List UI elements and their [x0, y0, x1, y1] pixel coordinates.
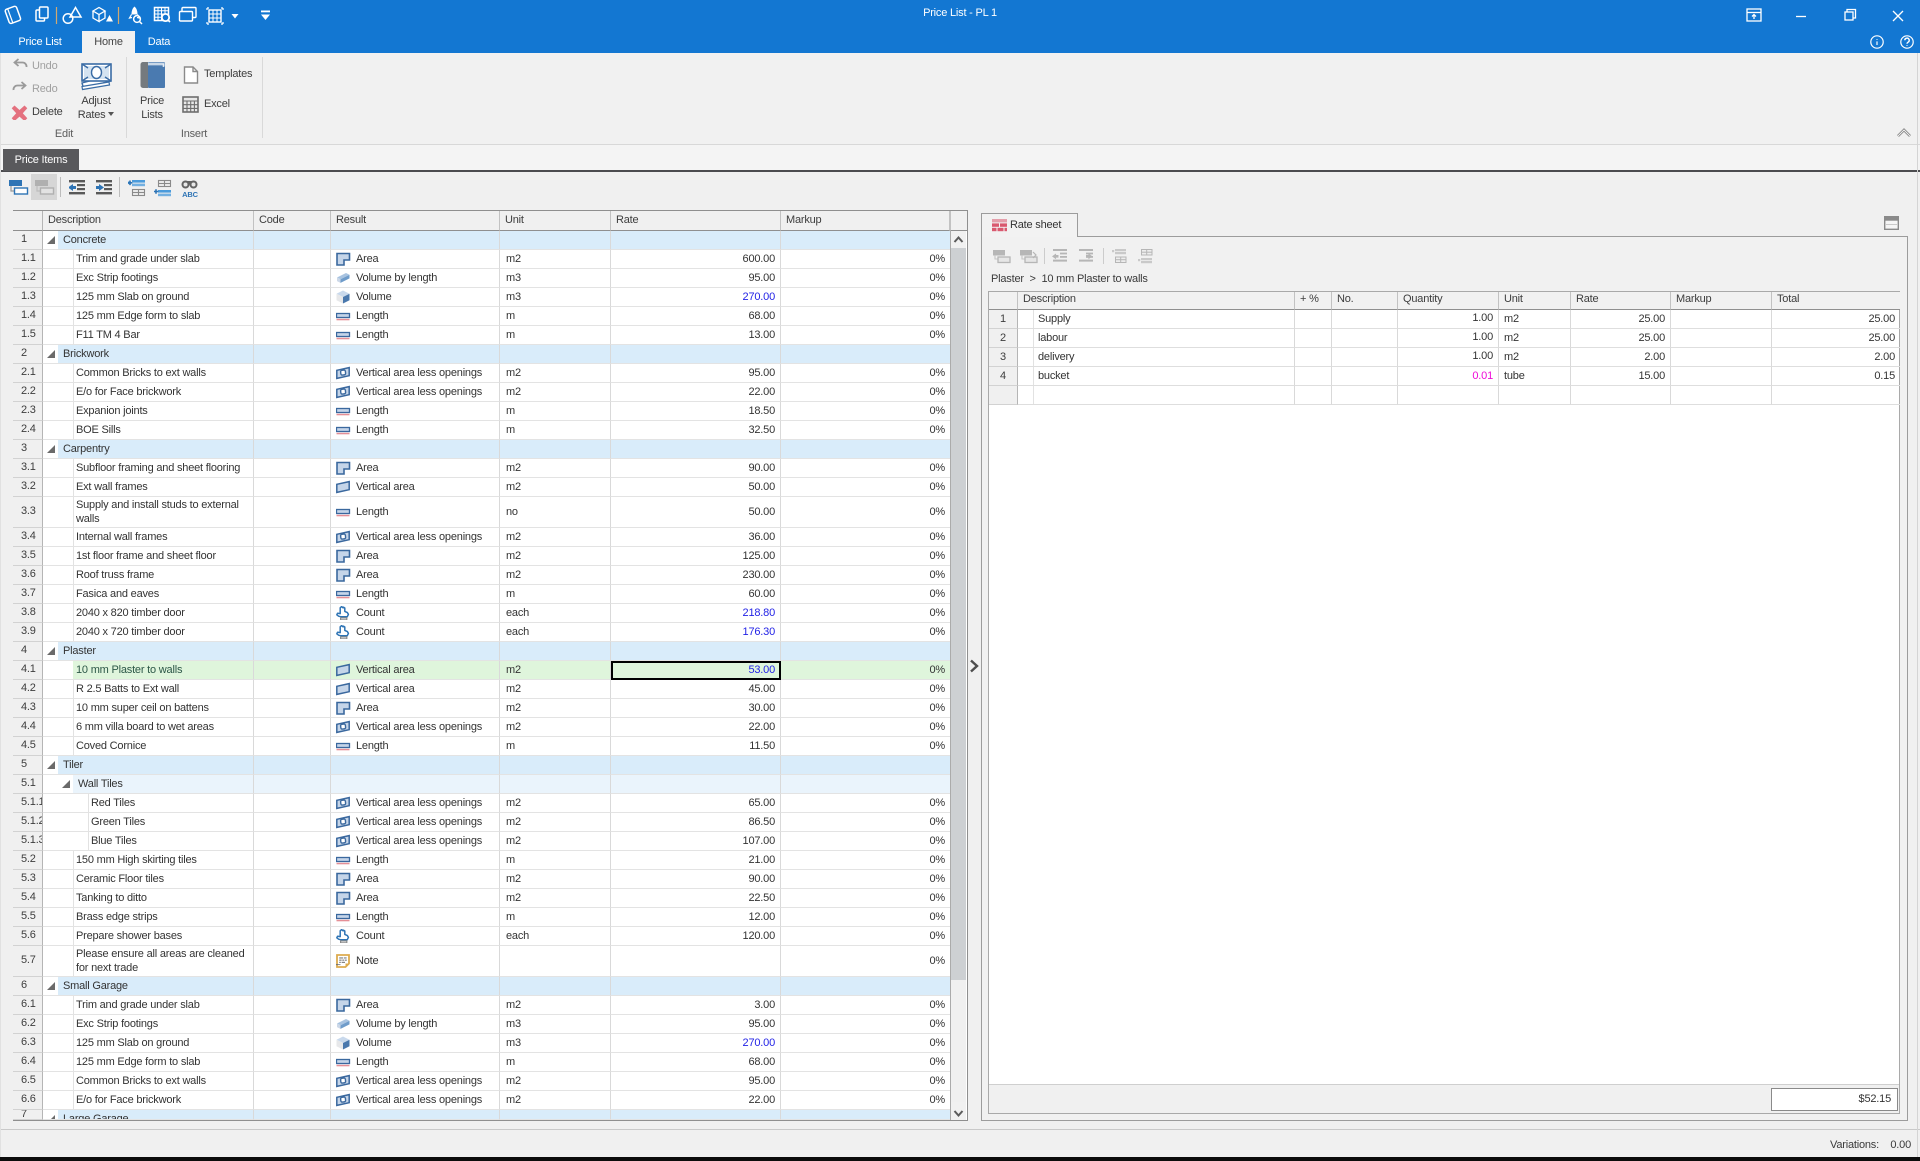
- svg-text:ABC: ABC: [182, 190, 198, 198]
